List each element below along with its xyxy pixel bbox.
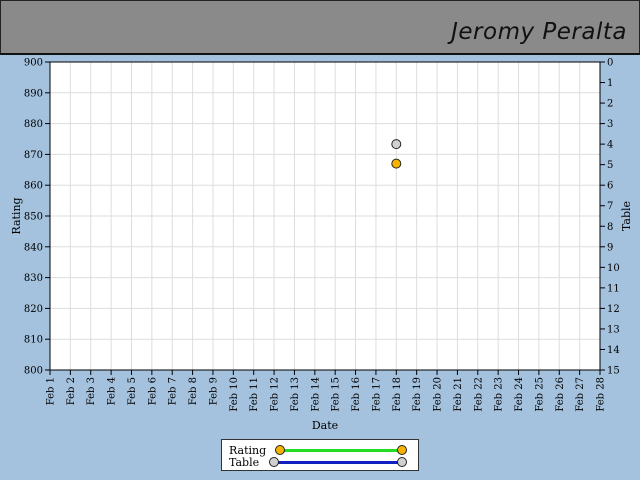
x-tick-label: Feb 8 [188, 377, 199, 405]
y-tick-label: 800 [24, 366, 43, 377]
x-tick-label: Feb 22 [473, 377, 484, 412]
y2-tick-label: 6 [607, 181, 613, 192]
x-tick-label: Feb 21 [453, 377, 464, 412]
y2-tick-label: 7 [607, 201, 613, 212]
x-tick-label: Feb 6 [147, 377, 158, 405]
x-axis-label: Date [312, 419, 338, 432]
x-tick-label: Feb 25 [534, 377, 545, 412]
y2-tick-label: 13 [607, 324, 620, 335]
x-tick-label: Feb 23 [494, 377, 505, 412]
y2-tick-label: 4 [607, 140, 613, 151]
x-tick-label: Feb 9 [208, 377, 219, 405]
legend-marker-table [269, 457, 279, 467]
x-tick-label: Feb 28 [596, 377, 607, 412]
y2-tick-label: 15 [607, 366, 620, 377]
y-tick-label: 860 [24, 181, 43, 192]
x-tick-label: Feb 11 [249, 377, 260, 412]
legend-marker-rating [397, 445, 407, 455]
y-tick-label: 830 [24, 273, 43, 284]
x-tick-label: Feb 10 [229, 377, 240, 412]
y-tick-label: 850 [24, 212, 43, 223]
x-tick-label: Feb 13 [290, 377, 301, 412]
rating-chart: Feb 1 Feb 2 Feb 3 Feb 4 Feb 5 Feb 6 Feb 7 Feb 8… [10, 58, 633, 433]
x-tick-label: Feb 20 [433, 377, 444, 412]
x-tick-label: Feb 4 [107, 377, 118, 405]
y2-tick-label: 1 [607, 78, 613, 89]
y-tick-label: 870 [24, 150, 43, 161]
y2-tick-label: 2 [607, 99, 613, 110]
x-tick-label: Feb 17 [371, 377, 382, 412]
legend-label-table: Table [229, 456, 260, 469]
legend-line-table [274, 461, 402, 464]
x-tick-label: Feb 18 [392, 377, 403, 412]
table-point [391, 139, 402, 150]
y2-tick-label: 14 [607, 345, 620, 356]
x-tick-label: Feb 26 [555, 377, 566, 412]
legend-line-rating [281, 449, 403, 452]
x-tick-label: Feb 3 [86, 377, 97, 405]
y2-tick-label: 10 [607, 263, 620, 274]
legend-marker-table [397, 457, 407, 467]
x-tick-label: Feb 2 [66, 377, 77, 405]
legend-marker-rating [275, 445, 285, 455]
x-tick-label: Feb 27 [575, 377, 586, 412]
x-tick-label: Feb 12 [270, 377, 281, 412]
x-tick-label: Feb 19 [412, 377, 423, 412]
y2-tick-label: 12 [607, 304, 620, 315]
y-tick-label: 880 [24, 119, 43, 130]
y2-tick-label: 8 [607, 222, 613, 233]
x-tick-label: Feb 16 [351, 377, 362, 412]
rating-point [391, 158, 402, 169]
y2-tick-label: 11 [607, 283, 620, 294]
x-tick-label: Feb 14 [310, 377, 321, 412]
y-tick-label: 820 [24, 304, 43, 315]
y-tick-label: 900 [24, 58, 43, 69]
legend: Rating Table [221, 439, 419, 471]
y-tick-label: 840 [24, 242, 43, 253]
y-axis-label: Rating [10, 197, 23, 234]
y2-tick-label: 5 [607, 160, 613, 171]
y2-tick-label: 3 [607, 119, 613, 130]
y-tick-label: 890 [24, 88, 43, 99]
y2-tick-label: 0 [607, 58, 613, 69]
x-tick-label: Feb 1 [46, 377, 57, 405]
y-tick-label: 810 [24, 335, 43, 346]
x-tick-label: Feb 5 [127, 377, 138, 405]
x-tick-label: Feb 24 [514, 377, 525, 412]
y2-tick-label: 9 [607, 242, 613, 253]
x-tick-label: Feb 7 [168, 377, 179, 405]
x-tick-label: Feb 15 [331, 377, 342, 412]
y2-axis-label: Table [620, 201, 633, 231]
